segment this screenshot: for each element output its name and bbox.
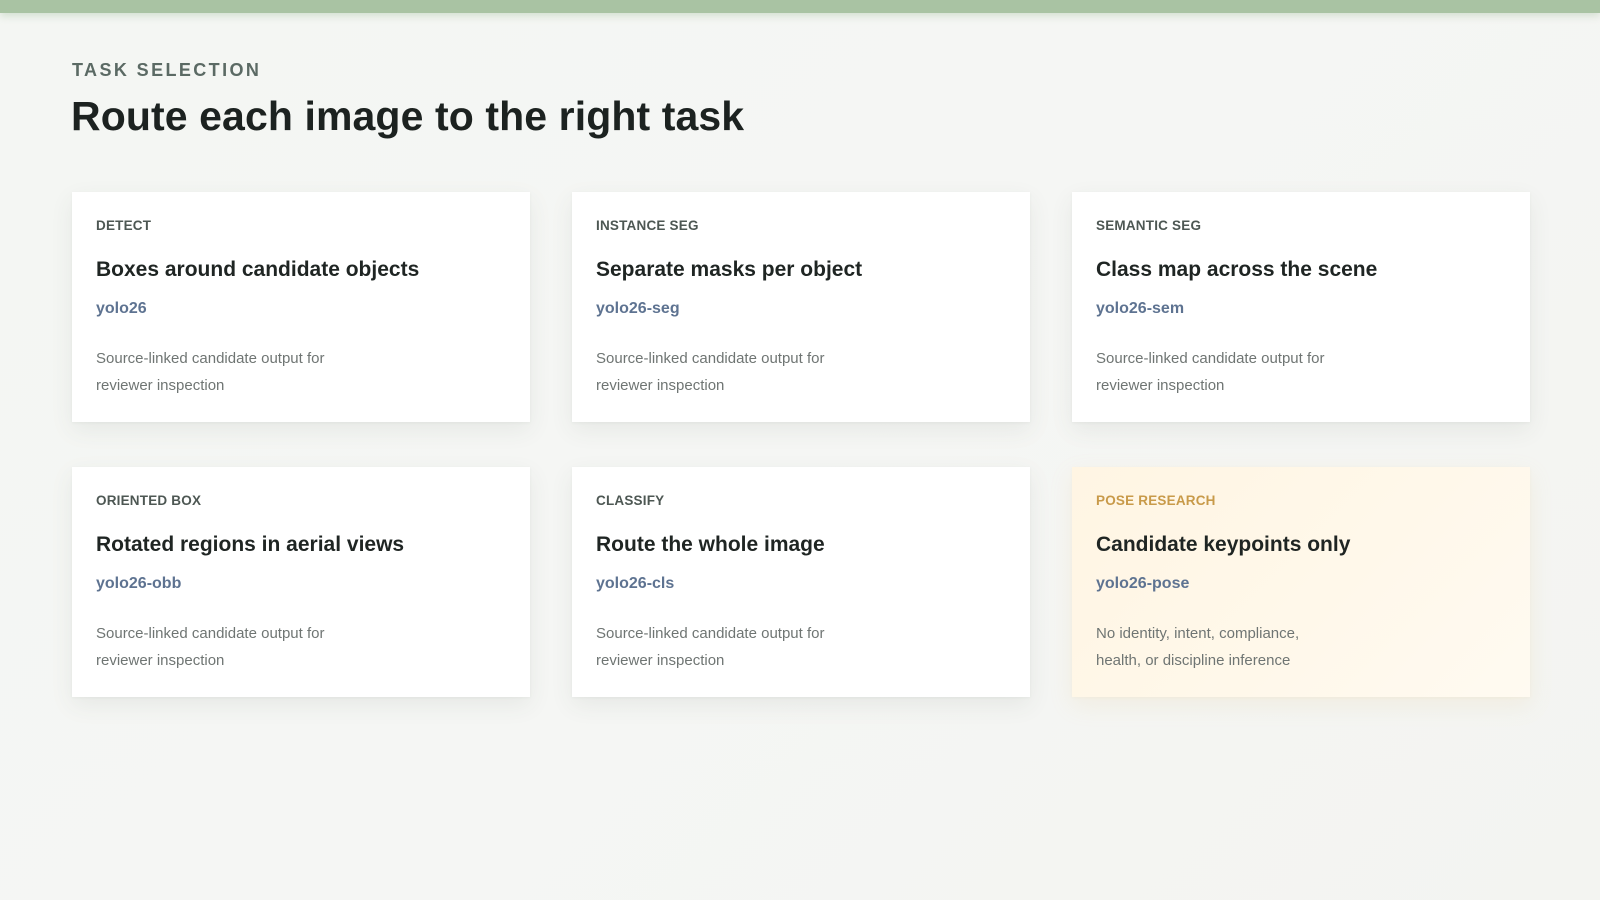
task-tag: ORIENTED BOX	[96, 493, 202, 508]
task-title: Candidate keypoints only	[1096, 533, 1351, 556]
task-title: Class map across the scene	[1096, 258, 1378, 281]
task-description: Source-linked candidate output for revie…	[596, 350, 825, 394]
task-description: No identity, intent, compliance, health,…	[1096, 625, 1300, 669]
model-name: yolo26	[96, 300, 147, 317]
task-description: Source-linked candidate output for revie…	[96, 350, 325, 394]
task-title: Separate masks per object	[596, 258, 863, 281]
task-description: Source-linked candidate output for revie…	[596, 625, 825, 669]
top-accent-bar	[0, 0, 1600, 13]
task-card-semantic-seg[interactable]: SEMANTIC SEG Class map across the scene …	[1072, 192, 1530, 422]
task-card-classify[interactable]: CLASSIFY Route the whole image yolo26-cl…	[572, 467, 1030, 697]
task-card-grid: DETECT Boxes around candidate objects yo…	[72, 192, 1532, 697]
task-tag: INSTANCE SEG	[596, 218, 699, 233]
task-tag: CLASSIFY	[596, 493, 665, 508]
task-title: Rotated regions in aerial views	[96, 533, 405, 556]
task-title: Route the whole image	[596, 533, 825, 556]
task-description: Source-linked candidate output for revie…	[96, 625, 325, 669]
task-tag: DETECT	[96, 218, 152, 233]
task-card-instance-seg[interactable]: INSTANCE SEG Separate masks per object y…	[572, 192, 1030, 422]
model-name: yolo26-sem	[1096, 300, 1185, 317]
page-title: Route each image to the right task	[71, 93, 745, 139]
task-description: Source-linked candidate output for revie…	[1096, 350, 1325, 394]
model-name: yolo26-seg	[596, 300, 680, 317]
model-name: yolo26-pose	[1096, 575, 1190, 592]
task-title: Boxes around candidate objects	[96, 258, 420, 281]
task-card-oriented-box[interactable]: ORIENTED BOX Rotated regions in aerial v…	[72, 467, 530, 697]
task-card-detect[interactable]: DETECT Boxes around candidate objects yo…	[72, 192, 530, 422]
section-eyebrow: TASK SELECTION	[72, 60, 262, 80]
model-name: yolo26-cls	[596, 575, 675, 592]
model-name: yolo26-obb	[96, 575, 182, 592]
task-card-pose-research[interactable]: POSE RESEARCH Candidate keypoints only y…	[1072, 467, 1530, 697]
task-tag: SEMANTIC SEG	[1096, 218, 1202, 233]
task-tag-warning: POSE RESEARCH	[1096, 493, 1216, 508]
